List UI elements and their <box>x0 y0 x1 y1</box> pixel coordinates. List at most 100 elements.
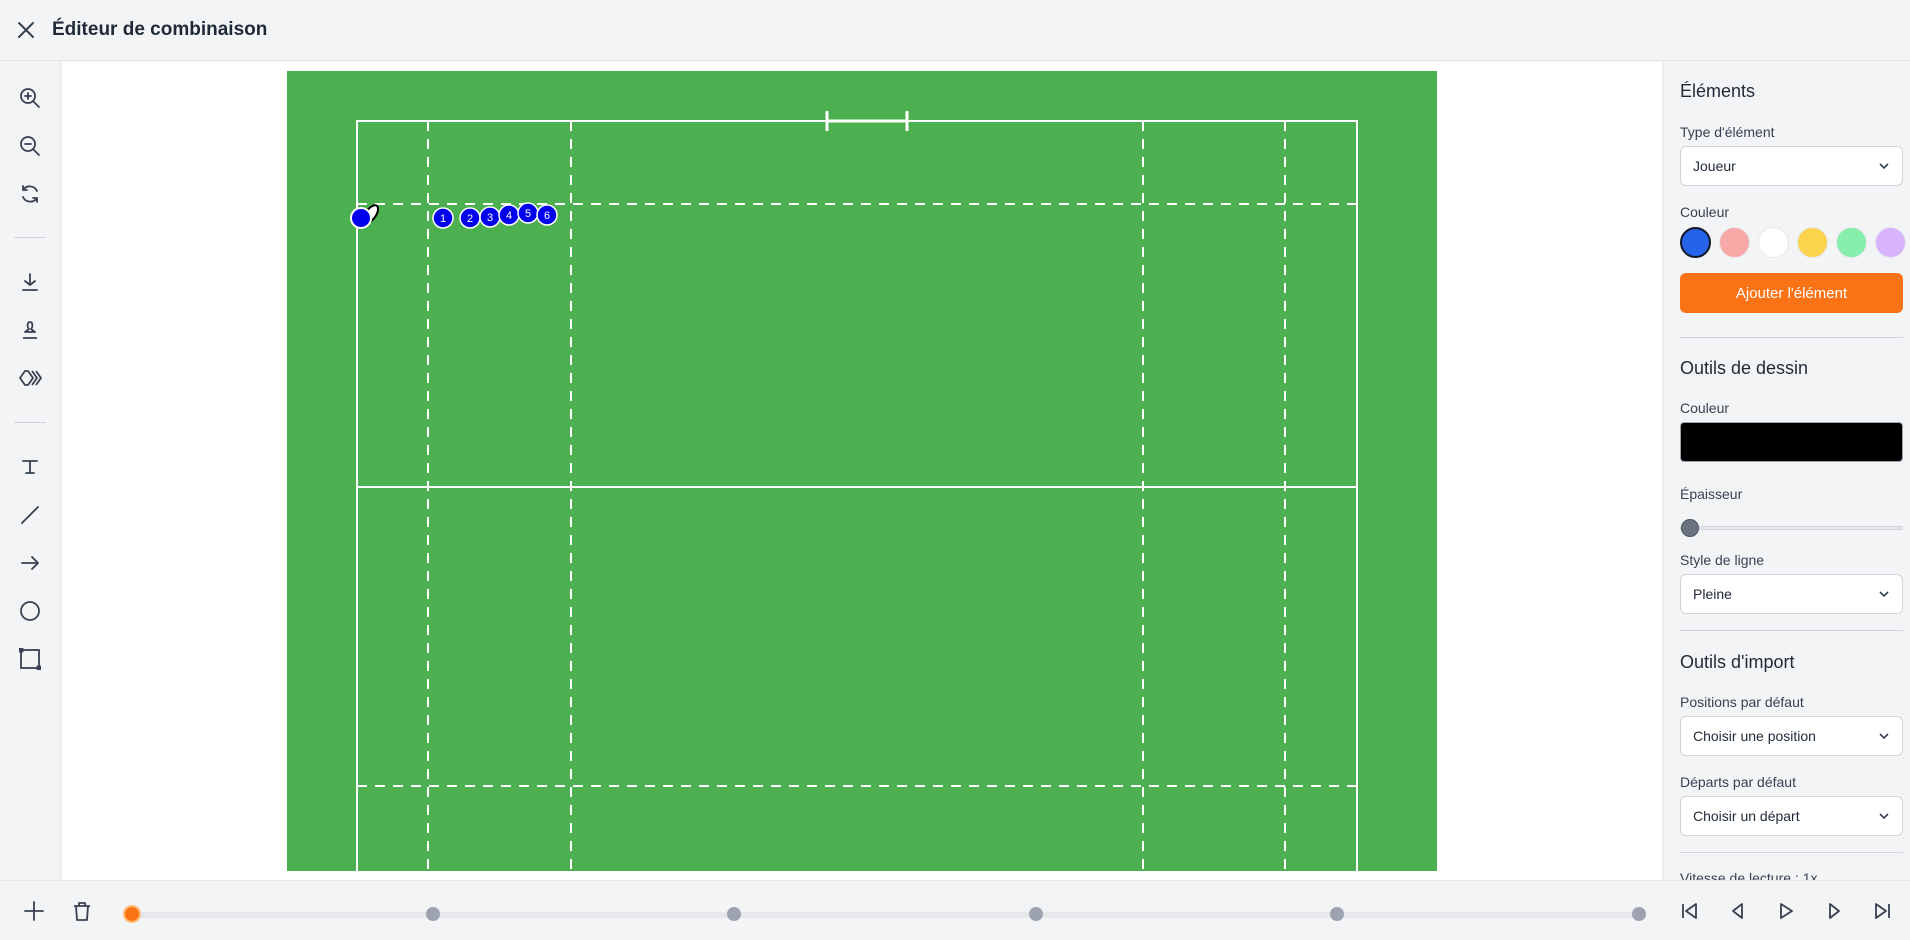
keyframe-dot[interactable] <box>727 907 741 921</box>
reset-view-button[interactable] <box>10 174 50 214</box>
play-back-icon <box>1732 903 1743 919</box>
default-starts-select[interactable]: Choisir un départ <box>1680 796 1903 836</box>
line-style-select[interactable]: Pleine <box>1680 574 1903 614</box>
stamp-button[interactable] <box>10 310 50 350</box>
line-icon <box>21 506 39 524</box>
trash-icon <box>74 902 90 921</box>
swatch-white[interactable] <box>1758 227 1789 258</box>
delete-keyframe-button[interactable] <box>62 891 102 931</box>
default-positions-value: Choisir une position <box>1693 728 1816 744</box>
next-frame-button[interactable] <box>1814 891 1854 931</box>
player-number: 2 <box>467 213 473 225</box>
timeline-track[interactable] <box>128 912 1644 918</box>
player-token[interactable]: 5 <box>517 202 539 224</box>
play-button[interactable] <box>1766 891 1806 931</box>
playback-speed-label: Vitesse de lecture : 1x <box>1680 870 1818 880</box>
refresh-icon <box>22 185 38 203</box>
download-button[interactable] <box>10 262 50 302</box>
close-button[interactable] <box>0 0 52 61</box>
default-starts-value: Choisir un départ <box>1693 808 1800 824</box>
download-icon <box>22 273 38 291</box>
keyframe-dot[interactable] <box>426 907 440 921</box>
field-lines: 1 2 3 4 5 6 <box>350 111 1358 871</box>
skip-forward-icon <box>1875 903 1890 919</box>
default-positions-label: Positions par défaut <box>1680 694 1804 710</box>
plus-icon <box>24 901 44 921</box>
rugby-field[interactable]: 1 2 3 4 5 6 <box>287 71 1437 871</box>
arrow-tool-button[interactable] <box>10 543 50 583</box>
player-number: 3 <box>487 212 493 224</box>
swatch-purple[interactable] <box>1875 227 1906 258</box>
keyframe-dot[interactable] <box>1632 907 1646 921</box>
swatch-blue[interactable] <box>1680 227 1711 258</box>
player-token[interactable]: 6 <box>536 204 558 226</box>
default-positions-select[interactable]: Choisir une position <box>1680 716 1903 756</box>
player-token[interactable]: 3 <box>479 206 501 228</box>
player-token[interactable]: 2 <box>459 207 481 229</box>
skip-end-button[interactable] <box>1862 891 1902 931</box>
stamp-icon <box>23 321 37 339</box>
swatch-pink[interactable] <box>1719 227 1750 258</box>
chevron-down-icon <box>1879 163 1889 170</box>
player-number: 1 <box>440 213 446 225</box>
text-tool-button[interactable] <box>10 447 50 487</box>
player-token[interactable]: 4 <box>498 204 520 226</box>
properties-panel: Éléments Type d'élément Joueur Couleur A… <box>1663 62 1910 880</box>
add-keyframe-button[interactable] <box>14 891 54 931</box>
line-style-value: Pleine <box>1693 586 1732 602</box>
ball-carrier-player[interactable] <box>350 207 372 229</box>
element-type-label: Type d'élément <box>1680 124 1775 140</box>
play-forward-icon <box>1829 903 1840 919</box>
header-bar: Éditeur de combinaison <box>0 0 1910 61</box>
skip-start-button[interactable] <box>1670 891 1710 931</box>
previous-frame-button[interactable] <box>1718 891 1758 931</box>
import-section-title: Outils d'import <box>1680 652 1795 672</box>
elements-section-title: Éléments <box>1680 81 1756 101</box>
player-token[interactable]: 1 <box>432 207 454 229</box>
rectangle-icon <box>19 648 41 670</box>
player-number: 4 <box>506 210 512 222</box>
rectangle-tool-button[interactable] <box>10 639 50 679</box>
slider-thumb[interactable] <box>1681 519 1699 537</box>
skip-back-icon <box>1682 903 1697 919</box>
text-icon <box>22 460 38 474</box>
circle-icon <box>20 601 40 621</box>
swatch-yellow[interactable] <box>1797 227 1828 258</box>
page-title: Éditeur de combinaison <box>52 19 268 40</box>
timeline-bar <box>0 880 1910 940</box>
add-element-button[interactable]: Ajouter l'élément <box>1680 273 1903 313</box>
thickness-label: Épaisseur <box>1680 486 1743 502</box>
drawing-color-label: Couleur <box>1680 400 1730 416</box>
element-type-select[interactable]: Joueur <box>1680 146 1903 186</box>
swatch-green[interactable] <box>1836 227 1867 258</box>
zoom-out-button[interactable] <box>10 126 50 166</box>
element-color-label: Couleur <box>1680 204 1730 220</box>
arrow-right-icon <box>21 556 39 570</box>
line-style-label: Style de ligne <box>1680 552 1765 568</box>
thickness-slider[interactable] <box>1680 518 1903 538</box>
animation-button[interactable] <box>10 358 50 398</box>
player-number: 5 <box>525 208 531 220</box>
color-swatches <box>1680 227 1906 258</box>
line-tool-button[interactable] <box>10 495 50 535</box>
forward-chevrons-icon <box>19 370 42 386</box>
chevron-down-icon <box>1879 813 1889 820</box>
element-type-value: Joueur <box>1693 158 1736 174</box>
keyframe-dot[interactable] <box>1029 907 1043 921</box>
play-icon <box>1780 903 1793 919</box>
keyframe-dot[interactable] <box>1330 907 1344 921</box>
keyframe-dot-active[interactable] <box>123 905 141 923</box>
chevron-down-icon <box>1879 591 1889 598</box>
player-number: 6 <box>544 210 550 222</box>
canvas-area[interactable]: 1 2 3 4 5 6 <box>62 62 1662 880</box>
circle-tool-button[interactable] <box>10 591 50 631</box>
zoom-in-button[interactable] <box>10 78 50 118</box>
default-starts-label: Départs par défaut <box>1680 774 1796 790</box>
chevron-down-icon <box>1879 733 1889 740</box>
left-toolbar <box>0 62 61 880</box>
zoom-in-icon <box>20 88 40 108</box>
drawing-color-input[interactable] <box>1680 422 1903 462</box>
close-icon <box>18 22 34 38</box>
zoom-out-icon <box>20 136 40 156</box>
drawing-section-title: Outils de dessin <box>1680 358 1809 378</box>
